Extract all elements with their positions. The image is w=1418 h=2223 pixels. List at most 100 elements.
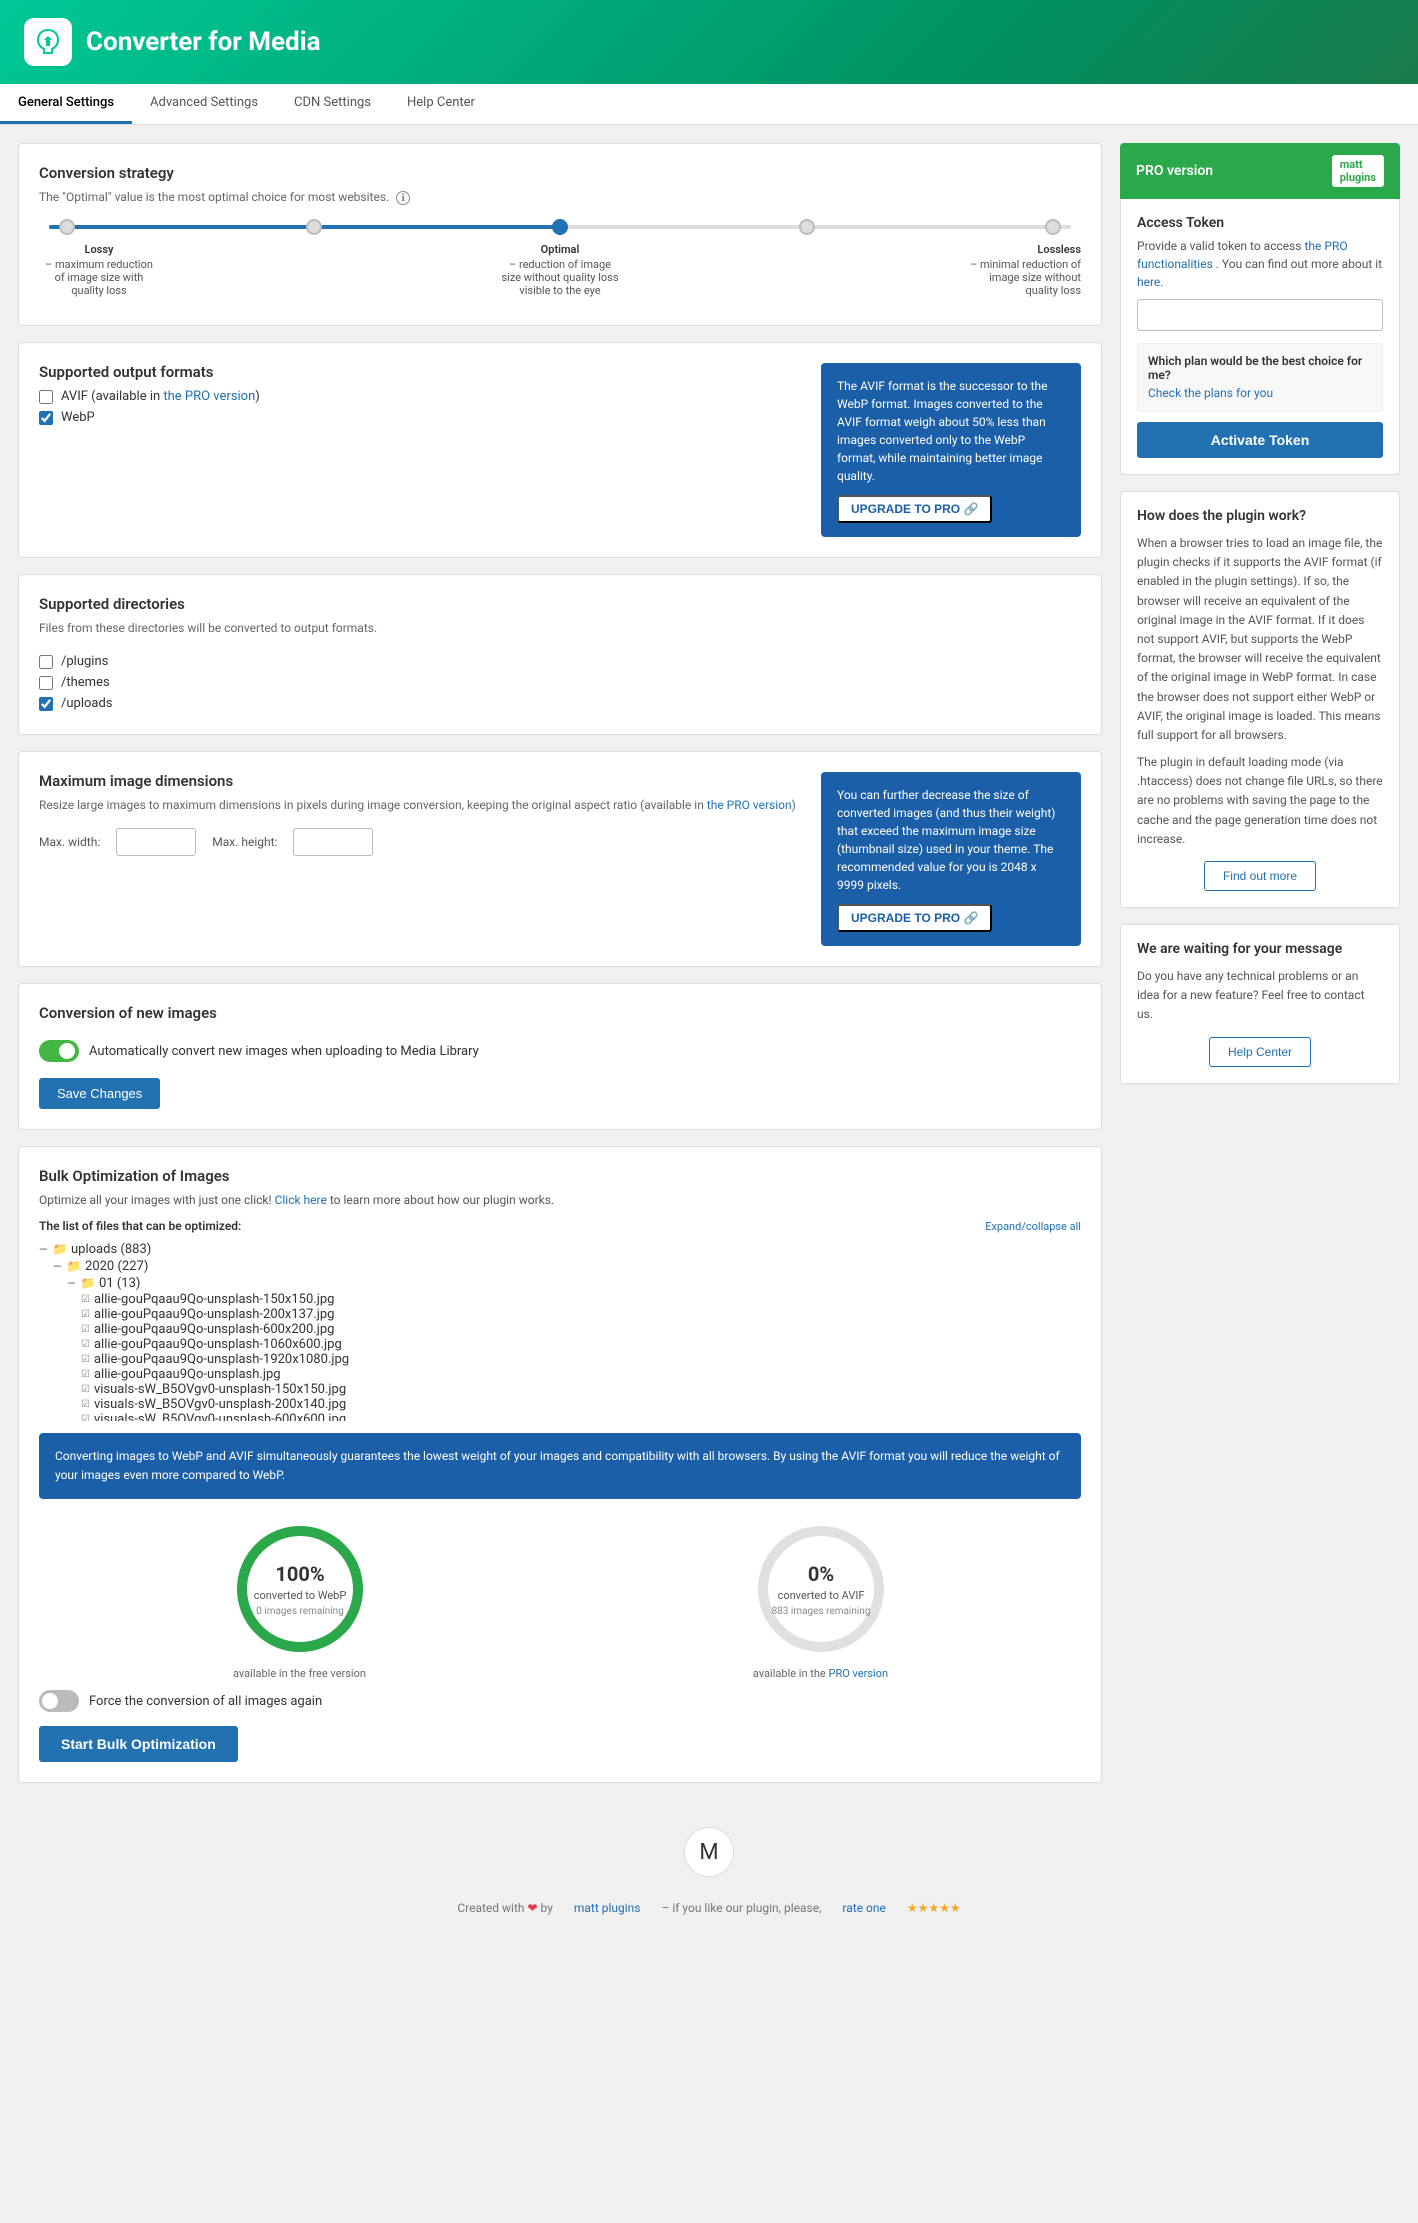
rate-link[interactable]: rate one xyxy=(824,1883,903,1933)
upgrade-to-pro-btn-formats[interactable]: UPGRADE TO PRO 🔗 xyxy=(837,495,992,523)
conversion-strategy-card: Conversion strategy The "Optimal" value … xyxy=(18,143,1102,326)
max-height-input[interactable] xyxy=(293,828,373,856)
webp-label: WebP xyxy=(61,410,95,425)
help-center-container: Help Center xyxy=(1137,1037,1383,1067)
bulk-desc: Optimize all your images with just one c… xyxy=(39,1193,1081,1207)
plugins-checkbox[interactable] xyxy=(39,655,53,669)
conversion-strategy-title: Conversion strategy xyxy=(39,164,1081,182)
slider-dot-optimal[interactable] xyxy=(306,219,322,235)
contact-desc: Do you have any technical problems or an… xyxy=(1137,967,1383,1025)
max-height-label: Max. height: xyxy=(212,835,277,849)
main-layout: Conversion strategy The "Optimal" value … xyxy=(0,125,1418,1817)
tab-general-settings[interactable]: General Settings xyxy=(0,84,132,124)
svg-text:converted to WebP: converted to WebP xyxy=(253,1589,346,1602)
check-plans-link[interactable]: Check the plans for you xyxy=(1148,386,1273,400)
pro-version-link-dims[interactable]: the PRO version xyxy=(707,798,792,812)
conversion-new-title: Conversion of new images xyxy=(39,1004,1081,1022)
click-here-link[interactable]: Click here xyxy=(275,1193,327,1207)
auto-convert-toggle[interactable] xyxy=(39,1040,79,1062)
footer-logo-area: M xyxy=(0,1817,1418,1883)
pro-card-body: Access Token Provide a valid token to ac… xyxy=(1120,199,1400,475)
pro-version-card: PRO version mattplugins Access Token Pro… xyxy=(1120,143,1400,475)
upgrade-to-pro-btn-dims[interactable]: UPGRADE TO PRO 🔗 xyxy=(837,904,992,932)
save-changes-button[interactable]: Save Changes xyxy=(39,1078,160,1109)
pro-version-link-avif[interactable]: the PRO version xyxy=(163,389,255,404)
activate-token-button[interactable]: Activate Token xyxy=(1137,422,1383,458)
plan-question-box: Which plan would be the best choice for … xyxy=(1137,343,1383,412)
svg-text:converted to AVIF: converted to AVIF xyxy=(777,1589,864,1602)
plan-question: Which plan would be the best choice for … xyxy=(1148,354,1372,382)
footer-text2: by xyxy=(541,1901,553,1915)
right-column: PRO version mattplugins Access Token Pro… xyxy=(1120,143,1400,1799)
force-convert-label: Force the conversion of all images again xyxy=(89,1694,322,1709)
conversion-strategy-desc: The "Optimal" value is the most optimal … xyxy=(39,190,1081,205)
tab-advanced-settings[interactable]: Advanced Settings xyxy=(132,84,276,124)
dir-plugins: /plugins xyxy=(39,651,1081,672)
how-plugin-works-card: How does the plugin work? When a browser… xyxy=(1120,491,1400,908)
pro-badge: mattplugins xyxy=(1332,155,1384,187)
avif-upgrade-box: The AVIF format is the successor to the … xyxy=(821,363,1081,537)
expand-collapse-link[interactable]: Expand/collapse all xyxy=(985,1220,1081,1233)
slider-dot-lossless2[interactable] xyxy=(1045,219,1061,235)
conversion-new-card: Conversion of new images Automatically c… xyxy=(18,983,1102,1130)
folder-icon-uploads: 📁 xyxy=(53,1242,68,1256)
file-icon-3: ☑ xyxy=(81,1324,90,1335)
file-tree-box[interactable]: — 📁 uploads (883) — 📁 2020 (227) — 📁 01 … xyxy=(39,1241,1081,1421)
themes-checkbox[interactable] xyxy=(39,676,53,690)
uploads-checkbox[interactable] xyxy=(39,697,53,711)
dir-uploads: /uploads xyxy=(39,693,1081,714)
left-column: Conversion strategy The "Optimal" value … xyxy=(18,143,1102,1799)
slider-dot-lossy[interactable] xyxy=(59,219,75,235)
tree-file-7: ☑ visuals-sW_B5OVgv0-unsplash-150x150.jp… xyxy=(39,1382,1081,1397)
supported-dirs-desc: Files from these directories will be con… xyxy=(39,621,1081,635)
bulk-title: Bulk Optimization of Images xyxy=(39,1167,1081,1185)
bulk-info-banner: Converting images to WebP and AVIF simul… xyxy=(39,1433,1081,1499)
how-works-para1: When a browser tries to load an image fi… xyxy=(1137,534,1383,745)
file-list-title: The list of files that can be optimized: xyxy=(39,1219,241,1233)
help-center-button[interactable]: Help Center xyxy=(1209,1037,1311,1067)
file-icon-4: ☑ xyxy=(81,1339,90,1350)
avif-circle-item: 0% converted to AVIF 883 images remainin… xyxy=(751,1519,891,1680)
find-out-more-button[interactable]: Find out more xyxy=(1204,861,1316,891)
tree-file-3: ☑ allie-gouPqaau9Qo-unsplash-600x200.jpg xyxy=(39,1322,1081,1337)
themes-label: /themes xyxy=(61,675,110,690)
start-bulk-optimization-button[interactable]: Start Bulk Optimization xyxy=(39,1726,238,1762)
supported-formats-card: The AVIF format is the successor to the … xyxy=(18,342,1102,558)
pro-header-label: PRO version xyxy=(1136,163,1213,179)
slider-dot-optimal2[interactable] xyxy=(552,219,568,235)
slider-label-lossless: Lossless – minimal reduction of image si… xyxy=(961,243,1081,297)
plugin-logo xyxy=(24,18,72,66)
heart-icon: ❤ xyxy=(527,1901,540,1915)
strategy-slider[interactable]: Lossy – maximum reduction of image size … xyxy=(39,225,1081,297)
dir-list: /plugins /themes /uploads xyxy=(39,651,1081,714)
pro-version-link-bulk[interactable]: PRO version xyxy=(829,1667,889,1680)
svg-text:0%: 0% xyxy=(807,1562,833,1586)
max-width-input[interactable] xyxy=(116,828,196,856)
auto-convert-row: Automatically convert new images when up… xyxy=(39,1040,1081,1062)
dimensions-upgrade-box: You can further decrease the size of con… xyxy=(821,772,1081,946)
tree-file-1: ☑ allie-gouPqaau9Qo-unsplash-150x150.jpg xyxy=(39,1292,1081,1307)
avif-row: AVIF (available in the PRO version) xyxy=(39,389,801,404)
tab-cdn-settings[interactable]: CDN Settings xyxy=(276,84,389,124)
matt-plugins-link[interactable]: matt plugins xyxy=(556,1883,659,1933)
tree-01: — 📁 01 (13) xyxy=(39,1275,1081,1292)
token-input[interactable] xyxy=(1137,299,1383,331)
auto-convert-label: Automatically convert new images when up… xyxy=(89,1044,479,1059)
file-icon-7: ☑ xyxy=(81,1384,90,1395)
here-link[interactable]: here xyxy=(1137,275,1160,289)
webp-checkbox[interactable] xyxy=(39,411,53,425)
file-icon-5: ☑ xyxy=(81,1354,90,1365)
avif-label: AVIF (available in the PRO version) xyxy=(61,389,260,404)
svg-text:883 images remaining: 883 images remaining xyxy=(771,1606,870,1617)
header: Converter for Media xyxy=(0,0,1418,84)
tab-help-center[interactable]: Help Center xyxy=(389,84,493,124)
file-tree-header: The list of files that can be optimized:… xyxy=(39,1219,1081,1233)
file-icon-9: ☑ xyxy=(81,1414,90,1421)
avif-checkbox[interactable] xyxy=(39,390,53,404)
file-tree-section: The list of files that can be optimized:… xyxy=(39,1219,1081,1421)
folder-icon-2020: 📁 xyxy=(67,1259,82,1273)
force-convert-toggle[interactable] xyxy=(39,1690,79,1712)
access-token-title: Access Token xyxy=(1137,215,1383,231)
slider-dot-lossless1[interactable] xyxy=(799,219,815,235)
contact-card: We are waiting for your message Do you h… xyxy=(1120,924,1400,1084)
